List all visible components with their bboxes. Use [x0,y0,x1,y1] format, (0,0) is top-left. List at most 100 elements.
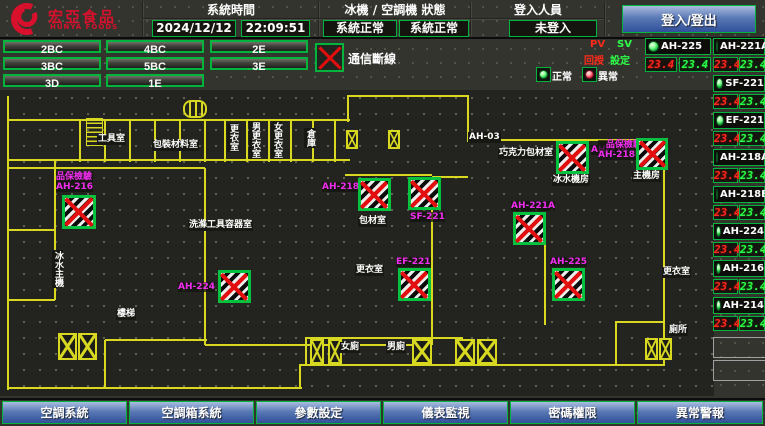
stairs-x-icon [58,333,77,360]
room-label: 女廁 [340,342,360,353]
unit-row-ah218b[interactable]: AH-218B [713,186,765,203]
unit-sv-display: 23.4 [739,316,765,331]
room-label: 巧克力包材室 [498,148,554,159]
unit-row-ah224[interactable]: AH-224 [713,223,765,240]
unit-sv-display: 23.4 [739,242,765,257]
abnormal-legend-label: 異常 [598,68,618,83]
unit-map-label: AH-224 [178,282,215,292]
unit-name: SF-221 [725,78,764,89]
stairs-x-icon [346,130,358,149]
floor-button-5bc[interactable]: 5BC [106,57,204,70]
room-label: 工具室 [97,134,126,145]
stairs-x-icon [310,339,324,364]
offline-unit-marker-ah216[interactable] [62,195,96,229]
unit-status-led-icon [648,41,659,52]
normal-led-icon [536,67,551,82]
unit-status-led-icon [716,41,718,52]
unit-status-led-icon [716,300,721,311]
offline-unit-marker-ah218a[interactable] [358,178,391,211]
login-status-value: 未登入 [509,20,597,37]
comm-offline-label: 通信斷線 [348,50,396,67]
offline-unit-marker-ef221[interactable] [398,268,431,301]
unit-row-ah221a[interactable]: AH-221A [713,38,765,55]
offline-unit-marker-ah218b[interactable] [636,138,668,170]
unit-row-ef221[interactable]: EF-221 [713,112,765,129]
room-label: 主機房 [632,171,661,182]
offline-unit-marker-ah225[interactable] [552,268,585,301]
room-label: 包材室 [358,216,387,227]
room-label: 冰水主機 [52,250,63,288]
unit-pv-display: 23.4 [713,242,738,257]
unit-map-label-line1: 品保檢驗 [56,172,93,182]
nav-button-alarm[interactable]: 異常警報 [637,401,763,424]
offline-unit-marker-ah221a[interactable] [513,212,546,245]
unit-map-label-line2: AH-216 [56,182,93,192]
room-label: AH-03 [468,132,501,143]
unit-name: AH-216 [723,263,764,274]
floor-button-2bc[interactable]: 2BC [3,40,101,53]
nav-button-param-setting[interactable]: 參數設定 [256,401,381,424]
floor-button-3e[interactable]: 3E [210,57,308,70]
empty-slot [713,337,765,358]
nav-button-ahu-system[interactable]: 空調箱系統 [129,401,254,424]
unit-name: AH-214 [723,300,764,311]
offline-unit-marker-sf221[interactable] [408,177,441,210]
nav-button-password-auth[interactable]: 密碼權限 [510,401,635,424]
login-logout-button[interactable]: 登入/登出 [622,5,756,33]
login-user-label: 登入人員 [472,2,604,18]
stairs-x-icon [659,338,672,360]
unit-row-sf221[interactable]: SF-221 [713,75,765,92]
room-label: 廁所 [668,325,688,336]
unit-row-ah218a[interactable]: AH-218A [713,149,765,166]
unit-map-label: AH-225 [550,257,587,267]
divider [0,398,765,400]
offline-unit-marker-ah214[interactable] [556,141,589,174]
offline-unit-marker-ah224[interactable] [218,270,251,303]
room-label: 包裝材料室 [152,140,199,151]
unit-pv-display: 23.4 [713,94,738,109]
unit-name: EF-221 [726,115,764,126]
room-label: 更衣室 [355,265,384,276]
room-label: 倉庫 [304,128,315,148]
floor-plan: 工具室 包裝材料室 更衣室 男更衣室 女更衣室 倉庫 AH-03 巧克力包材室 … [0,90,714,396]
unit-sv-display: 23.4 [739,279,765,294]
floor-button-1e[interactable]: 1E [106,74,204,87]
unit-row-ah225[interactable]: AH-225 [645,38,711,55]
floor-button-3d[interactable]: 3D [3,74,101,87]
stairs-x-icon [388,130,400,149]
stairs-x-icon [455,339,475,364]
room-label: 冰水機房 [552,175,590,186]
logo-company-subtitle: HUNYA FOODS [50,23,118,31]
unit-map-label: 品保檢驗 AH-216 [56,172,93,192]
unit-name: AH-218A [720,152,765,163]
stairs-x-icon [645,338,658,360]
chiller-status-value: 系統正常 [323,20,397,37]
unit-pv-display: 23.4 [713,131,738,146]
sv-cn-label: 設定 [610,52,630,67]
system-date-value: 2024/12/12 [152,20,236,37]
floor-button-3bc[interactable]: 3BC [3,57,101,70]
nav-button-meter-monitor[interactable]: 儀表監視 [383,401,508,424]
pv-label: PV [590,39,605,50]
unit-pv-display: 23.4 [713,205,738,220]
room-label: 更衣室 [227,123,238,152]
stairs-x-icon [412,339,432,364]
unit-row-ah214[interactable]: AH-214 [713,297,765,314]
unit-sv-display: 23.4 [739,94,765,109]
company-logo-icon [10,3,44,39]
elevator-icon [183,100,207,118]
unit-sv-display: 23.4 [739,131,765,146]
system-clock-value: 22:09:51 [241,20,310,37]
unit-pv-display: 23.4 [713,279,738,294]
unit-status-led-icon [716,263,721,274]
stairs-x-icon [78,333,97,360]
unit-pv-display: 23.4 [713,168,738,183]
floor-button-4bc[interactable]: 4BC [106,40,204,53]
unit-name: AH-224 [723,226,764,237]
nav-button-hvac-system[interactable]: 空調系統 [2,401,127,424]
room-label: 女更衣室 [271,121,282,159]
divider [604,2,606,36]
floor-button-2e[interactable]: 2E [210,40,308,53]
unit-row-ah216[interactable]: AH-216 [713,260,765,277]
empty-slot [713,360,765,381]
